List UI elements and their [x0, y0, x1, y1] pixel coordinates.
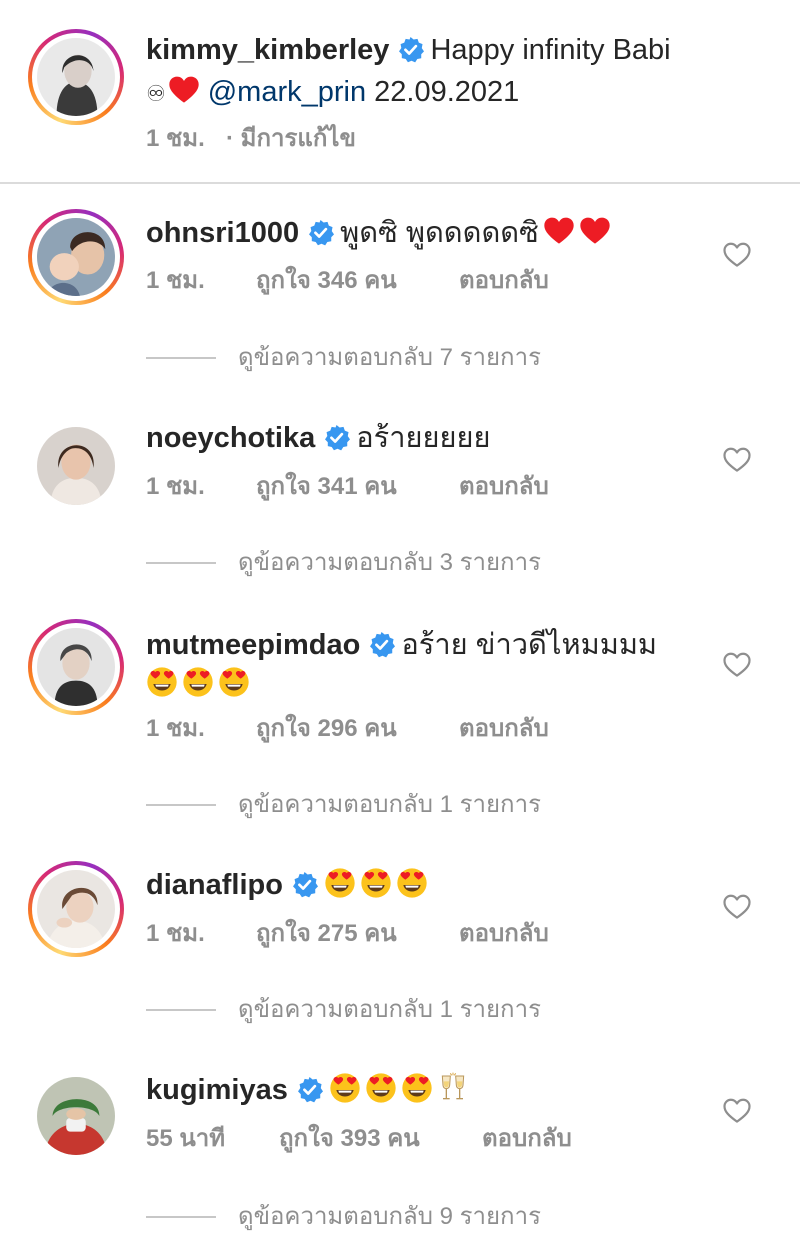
like-heart-icon[interactable]	[722, 650, 752, 680]
like-heart-icon[interactable]	[722, 892, 752, 922]
caption-text: Happy infinity Babi	[430, 34, 671, 66]
caption-username[interactable]: kimmy_kimberley	[146, 34, 389, 66]
view-replies-label: ดูข้อความตอบกลับ 1 รายการ	[238, 996, 541, 1023]
heart-eyes-emoji-icon	[360, 867, 392, 899]
comment-avatar[interactable]	[28, 418, 124, 514]
clinking-glasses-emoji-icon	[437, 1072, 469, 1104]
avatar-photo-icon	[37, 38, 115, 116]
replies-line	[146, 562, 216, 564]
comment-username[interactable]: noeychotika	[146, 422, 315, 454]
red-heart-emoji-icon	[543, 215, 575, 247]
comment-likes[interactable]: ถูกใจ 341 คน	[256, 472, 397, 502]
avatar-photo-icon	[37, 427, 115, 505]
post-caption: kimmy_kimberley Happy infinity Babi ♾ @mar…	[0, 0, 800, 182]
comment-avatar[interactable]	[28, 1068, 124, 1164]
avatar-photo-icon	[37, 870, 115, 948]
heart-eyes-emoji-icon	[329, 1072, 361, 1104]
comment-time: 55 นาที	[146, 1125, 226, 1152]
comment-time: 1 ชม.	[146, 920, 205, 947]
verified-badge-icon	[368, 631, 395, 658]
caption-time: 1 ชม.	[146, 125, 205, 152]
comment-time: 1 ชม.	[146, 715, 205, 742]
reply-button[interactable]: ตอบกลับ	[459, 714, 549, 744]
comment-text-line: ohnsri1000 พูดซิ พูดดดดดซิ	[146, 214, 615, 252]
caption-mention-link[interactable]: @mark_prin	[208, 76, 366, 108]
comment-avatar[interactable]	[28, 209, 124, 305]
comment-likes[interactable]: ถูกใจ 393 คน	[279, 1124, 420, 1154]
avatar-photo-icon	[37, 1077, 115, 1155]
comment-text-line: noeychotika อร้ายยยยย	[146, 419, 490, 457]
caption-line-1: kimmy_kimberley Happy infinity Babi	[146, 31, 671, 69]
reply-button[interactable]: ตอบกลับ	[482, 1124, 572, 1154]
avatar-photo-icon	[37, 628, 115, 706]
reply-button[interactable]: ตอบกลับ	[459, 919, 549, 949]
heart-eyes-emoji-icon	[182, 666, 214, 698]
heart-eyes-emoji-icon	[218, 666, 250, 698]
replies-line	[146, 357, 216, 359]
comment-username[interactable]: kugimiyas	[146, 1074, 288, 1106]
view-replies-button[interactable]: ดูข้อความตอบกลับ 1 รายการ	[146, 790, 666, 820]
caption-divider	[0, 182, 800, 184]
verified-badge-icon	[296, 1076, 323, 1103]
comment-emoji-row	[146, 666, 254, 706]
comment-avatar[interactable]	[28, 619, 124, 715]
replies-line	[146, 804, 216, 806]
comment-username[interactable]: ohnsri1000	[146, 217, 299, 249]
like-heart-icon[interactable]	[722, 1096, 752, 1126]
infinity-symbol: ♾	[146, 81, 166, 106]
view-replies-label: ดูข้อความตอบกลับ 3 รายการ	[238, 549, 541, 576]
replies-line	[146, 1216, 216, 1218]
comment-likes[interactable]: ถูกใจ 275 คน	[256, 919, 397, 949]
comment-text: อร้าย ข่าวดีไหมมมม	[401, 629, 658, 661]
verified-badge-icon	[323, 424, 350, 451]
caption-date: 22.09.2021	[374, 76, 520, 108]
caption-avatar[interactable]	[28, 29, 124, 125]
red-heart-emoji-icon	[579, 215, 611, 247]
heart-eyes-emoji-icon	[396, 867, 428, 899]
comment-text: พูดซิ พูดดดดดซิ	[340, 217, 539, 249]
replies-line	[146, 1009, 216, 1011]
heart-eyes-emoji-icon	[401, 1072, 433, 1104]
verified-badge-icon	[397, 36, 424, 63]
comment-text-line: mutmeepimdao อร้าย ข่าวดีไหมมมม	[146, 626, 657, 664]
comment-likes[interactable]: ถูกใจ 296 คน	[256, 714, 397, 744]
view-replies-button[interactable]: ดูข้อความตอบกลับ 7 รายการ	[146, 343, 666, 373]
like-heart-icon[interactable]	[722, 445, 752, 475]
verified-badge-icon	[307, 219, 334, 246]
comment-username[interactable]: dianaflipo	[146, 869, 283, 901]
comment-text-line: dianaflipo	[146, 866, 432, 904]
comment-text-line: kugimiyas	[146, 1071, 473, 1109]
view-replies-label: ดูข้อความตอบกลับ 1 รายการ	[238, 791, 541, 818]
view-replies-button[interactable]: ดูข้อความตอบกลับ 1 รายการ	[146, 995, 666, 1025]
view-replies-label: ดูข้อความตอบกลับ 9 รายการ	[238, 1203, 541, 1230]
view-replies-label: ดูข้อความตอบกลับ 7 รายการ	[238, 344, 541, 371]
heart-eyes-emoji-icon	[365, 1072, 397, 1104]
avatar-photo-icon	[37, 218, 115, 296]
reply-button[interactable]: ตอบกลับ	[459, 266, 549, 296]
heart-eyes-emoji-icon	[146, 666, 178, 698]
comment-avatar[interactable]	[28, 861, 124, 957]
comment-time: 1 ชม.	[146, 267, 205, 294]
comment-username[interactable]: mutmeepimdao	[146, 629, 360, 661]
like-heart-icon[interactable]	[722, 240, 752, 270]
comment-text: อร้ายยยยย	[356, 422, 491, 454]
caption-line-2: ♾ @mark_prin 22.09.2021	[146, 73, 519, 113]
caption-edited-label: · มีการแก้ไข	[226, 125, 356, 152]
red-heart-emoji-icon	[168, 74, 200, 106]
comment-time: 1 ชม.	[146, 473, 205, 500]
view-replies-button[interactable]: ดูข้อความตอบกลับ 3 รายการ	[146, 548, 666, 578]
comment-likes[interactable]: ถูกใจ 346 คน	[256, 266, 397, 296]
heart-eyes-emoji-icon	[324, 867, 356, 899]
verified-badge-icon	[291, 871, 318, 898]
view-replies-button[interactable]: ดูข้อความตอบกลับ 9 รายการ	[146, 1202, 666, 1232]
reply-button[interactable]: ตอบกลับ	[459, 472, 549, 502]
